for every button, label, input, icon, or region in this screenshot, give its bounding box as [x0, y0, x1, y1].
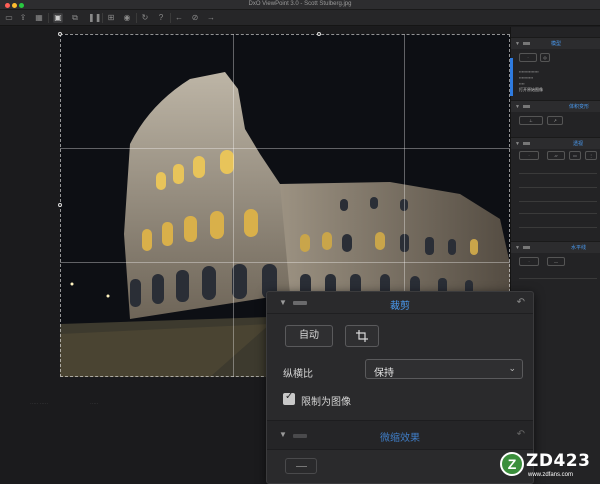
reset-icon[interactable]: ↶ — [517, 429, 525, 440]
panel-header-lens[interactable]: ▼ 模型 — [511, 37, 600, 49]
watermark-text: ZD423 — [526, 451, 591, 471]
redo-icon[interactable]: ⊘ — [190, 13, 200, 23]
tool-button[interactable]: ⊥ — [519, 116, 543, 125]
tool-button[interactable]: ↗ — [547, 116, 563, 125]
miniature-effect-header[interactable]: ▼ 微缩效果 ↶ — [267, 420, 533, 450]
rotate-icon[interactable]: ↻ — [140, 13, 150, 23]
compare-icon[interactable]: ⧉ — [70, 13, 80, 23]
crop-panel-title: 裁剪 — [390, 301, 410, 312]
perspective-field[interactable] — [519, 207, 597, 214]
panel-highlight-bar — [510, 58, 513, 96]
panel-header-label: 水平线 — [571, 245, 587, 251]
perspective-mode-button[interactable]: ▭ — [569, 151, 581, 160]
perspective-field[interactable] — [519, 221, 597, 228]
miniature-effect-title: 微缩效果 — [380, 433, 420, 444]
panel-header-label: 透视 — [573, 141, 584, 147]
crop-icon — [356, 330, 368, 342]
undo-icon[interactable]: ← — [174, 13, 184, 23]
perspective-mode-button[interactable]: ⋮ — [585, 151, 597, 160]
lens-icon[interactable]: ◎ — [540, 53, 550, 62]
info-text: ▪▪▪▪▪▪▪▪▪▪▪▪▪▪ ▪▪▪▪▪▪▪▪▪▪ ▪▪▪▪ — [519, 69, 539, 86]
panel-header-label: 体积变形 — [569, 104, 590, 110]
panel-header-distortion[interactable]: ▼ 体积变形 — [511, 100, 600, 112]
horizon-tool-button[interactable]: — — [547, 257, 565, 266]
horizon-field[interactable] — [519, 272, 597, 279]
single-view-icon[interactable]: ▣ — [53, 13, 63, 23]
crop-handle-top-left[interactable] — [58, 32, 62, 36]
eye-icon[interactable]: ◉ — [122, 13, 132, 23]
toolbar: ▭ ⇪ ▦ ▣ ⧉ ❚❚ ⊞ ◉ ↻ ? ← ⊘ → — [0, 10, 600, 26]
help-icon[interactable]: ? — [156, 13, 166, 23]
watermark-url: www.zdfans.com — [528, 472, 574, 478]
rule-of-thirds-line — [233, 34, 234, 377]
panel-header-perspective[interactable]: ▼ 透视 — [511, 137, 600, 149]
rule-of-thirds-line — [60, 262, 510, 263]
split-view-icon[interactable]: ❚❚ — [88, 13, 101, 23]
horizon-auto-button[interactable]: · — [519, 257, 539, 266]
crop-tool-button[interactable] — [345, 325, 379, 347]
panel-header-horizon[interactable]: ▼ 水平线 — [511, 241, 600, 253]
aspect-ratio-select[interactable]: 保持 ⌄ — [365, 359, 523, 379]
open-original-link[interactable]: 打开原始图像 — [519, 87, 543, 93]
crop-panel: ▼ 裁剪 ↶ 自动 纵横比 保持 ⌄ ✓ 限制为图像 ▼ 微缩效果 ↶ — [266, 291, 534, 484]
aspect-ratio-label: 纵横比 — [283, 369, 313, 380]
export-icon[interactable]: ⇪ — [18, 13, 28, 23]
watermark-badge: Z — [500, 452, 524, 476]
perspective-auto-button[interactable]: · — [519, 151, 539, 160]
perspective-mode-button[interactable]: ▱ — [547, 151, 565, 160]
checkmark-icon: ✓ — [285, 391, 294, 402]
chevron-down-icon: ⌄ — [508, 363, 516, 373]
panel-header-label: 模型 — [551, 41, 562, 47]
perspective-field[interactable] — [519, 181, 597, 188]
crop-tool-icon[interactable]: ⊞ — [106, 13, 116, 23]
grid-view-icon[interactable]: ▦ — [34, 13, 44, 23]
auto-crop-button[interactable]: 自动 — [285, 325, 333, 347]
limit-to-image-label: 限制为图像 — [301, 397, 351, 408]
reset-icon[interactable]: ↶ — [517, 297, 525, 308]
crop-handle-top[interactable] — [317, 32, 321, 36]
miniature-tool-button[interactable] — [285, 458, 317, 474]
title-bar: DxO ViewPoint 3.0 - Scott Stulberg.jpg — [0, 0, 600, 10]
crop-handle-left[interactable] — [58, 203, 62, 207]
perspective-field[interactable] — [519, 195, 597, 202]
forward-icon[interactable]: → — [206, 13, 216, 23]
watermark-logo: Z ZD423 www.zdfans.com — [500, 451, 598, 482]
status-text: ····· — [90, 401, 99, 407]
open-folder-icon[interactable]: ▭ — [4, 13, 14, 23]
perspective-slider[interactable] — [519, 167, 597, 174]
auto-button[interactable]: · — [519, 53, 537, 62]
rule-of-thirds-line — [60, 148, 510, 149]
aspect-ratio-value: 保持 — [374, 368, 394, 379]
status-bar: ····· ····· ····· — [0, 398, 270, 410]
crop-panel-header[interactable]: ▼ 裁剪 ↶ — [267, 292, 533, 314]
limit-to-image-checkbox[interactable]: ✓ — [283, 391, 295, 405]
status-text: ····· ····· — [30, 401, 49, 407]
window-title: DxO ViewPoint 3.0 - Scott Stulberg.jpg — [248, 1, 352, 7]
